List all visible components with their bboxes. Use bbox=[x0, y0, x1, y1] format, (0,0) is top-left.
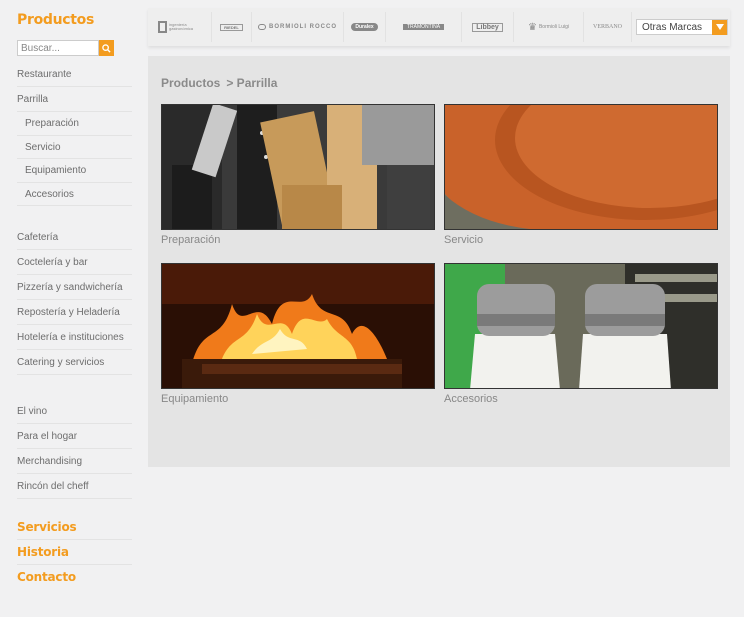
brand-bormioli-luigi[interactable]: ♛ Bormioli Luigi bbox=[514, 12, 584, 42]
category-tile-servicio[interactable]: Servicio bbox=[444, 104, 718, 246]
tile-caption-servicio[interactable]: Servicio bbox=[444, 234, 718, 246]
sidebar: Productos Restaurante Parrilla Preparaci… bbox=[17, 12, 132, 590]
category-nav: Restaurante Parrilla Preparación Servici… bbox=[17, 62, 132, 590]
nav-item-restaurante[interactable]: Restaurante bbox=[17, 62, 132, 87]
nav-item-cafeteria[interactable]: Cafetería bbox=[17, 225, 132, 250]
category-tile-preparacion[interactable]: Preparación bbox=[161, 104, 435, 246]
nav-item-merchandising[interactable]: Merchandising bbox=[17, 449, 132, 474]
nav-item-catering[interactable]: Catering y servicios bbox=[17, 350, 132, 375]
libbey-icon: Libbey bbox=[472, 22, 503, 32]
search-box bbox=[17, 40, 132, 56]
brand-tramontina[interactable]: TRAMONTINA bbox=[386, 12, 462, 42]
main-panel: Productos > Parrilla Preparación Servici… bbox=[148, 56, 730, 467]
search-button[interactable] bbox=[99, 40, 114, 56]
nav-subitem-accesorios[interactable]: Accesorios bbox=[17, 183, 132, 206]
brand-libbey[interactable]: Libbey bbox=[462, 12, 514, 42]
nav-item-parrilla[interactable]: Parrilla bbox=[17, 87, 132, 112]
servicio-image[interactable] bbox=[444, 104, 718, 230]
brand-riedel[interactable]: RIEDEL bbox=[212, 12, 252, 42]
category-tile-accesorios[interactable]: Accesorios bbox=[444, 263, 718, 405]
nav-item-rincon-cheff[interactable]: Rincón del cheff bbox=[17, 474, 132, 499]
breadcrumb: Productos > Parrilla bbox=[161, 76, 277, 90]
nav-item-hogar[interactable]: Para el hogar bbox=[17, 424, 132, 449]
tile-caption-preparacion[interactable]: Preparación bbox=[161, 234, 435, 246]
verbano-icon: VERBANO bbox=[592, 24, 622, 30]
nav-item-cocteleria[interactable]: Coctelería y bar bbox=[17, 250, 132, 275]
ingenieria-logo-icon bbox=[158, 21, 167, 33]
nav-item-vino[interactable]: El vino bbox=[17, 399, 132, 424]
category-tile-equipamiento[interactable]: Equipamiento bbox=[161, 263, 435, 405]
brand-ingenieria-gastronomica[interactable]: ingeniería gastronómica bbox=[148, 12, 212, 42]
tile-caption-accesorios[interactable]: Accesorios bbox=[444, 393, 718, 405]
nav-item-pizzeria[interactable]: Pizzería y sandwichería bbox=[17, 275, 132, 300]
tile-caption-equipamiento[interactable]: Equipamiento bbox=[161, 393, 435, 405]
preparacion-image[interactable] bbox=[161, 104, 435, 230]
search-icon bbox=[102, 43, 111, 53]
crown-icon: ♛ bbox=[528, 21, 537, 33]
nav-subitem-preparacion[interactable]: Preparación bbox=[17, 112, 132, 136]
nav-item-reposteria[interactable]: Repostería y Heladería bbox=[17, 300, 132, 325]
brand-verbano[interactable]: VERBANO bbox=[584, 12, 632, 42]
brands-bar: ingeniería gastronómica RIEDEL BORMIOLI … bbox=[148, 8, 730, 46]
nav-item-hoteleria[interactable]: Hotelería e instituciones bbox=[17, 325, 132, 350]
bormioli-rocco-icon bbox=[258, 24, 266, 30]
brand-duralex[interactable]: Duralex bbox=[344, 12, 386, 42]
nav-subitem-servicio[interactable]: Servicio bbox=[17, 136, 132, 159]
brand-bormioli-rocco[interactable]: BORMIOLI ROCCO bbox=[252, 12, 344, 42]
chevron-down-icon[interactable] bbox=[712, 19, 727, 35]
nav-link-contacto[interactable]: Contacto bbox=[17, 565, 132, 590]
nav-subitem-equipamiento[interactable]: Equipamiento bbox=[17, 159, 132, 183]
brands-select[interactable]: Otras Marcas bbox=[636, 19, 728, 35]
nav-link-historia[interactable]: Historia bbox=[17, 540, 132, 565]
equipamiento-image[interactable] bbox=[161, 263, 435, 389]
search-input[interactable] bbox=[17, 40, 99, 56]
brands-select-value: Otras Marcas bbox=[642, 21, 703, 33]
sidebar-title[interactable]: Productos bbox=[17, 12, 132, 34]
nav-link-servicios[interactable]: Servicios bbox=[17, 515, 132, 540]
accesorios-image[interactable] bbox=[444, 263, 718, 389]
breadcrumb-current: > Parrilla bbox=[226, 76, 278, 90]
breadcrumb-root[interactable]: Productos bbox=[161, 76, 220, 90]
